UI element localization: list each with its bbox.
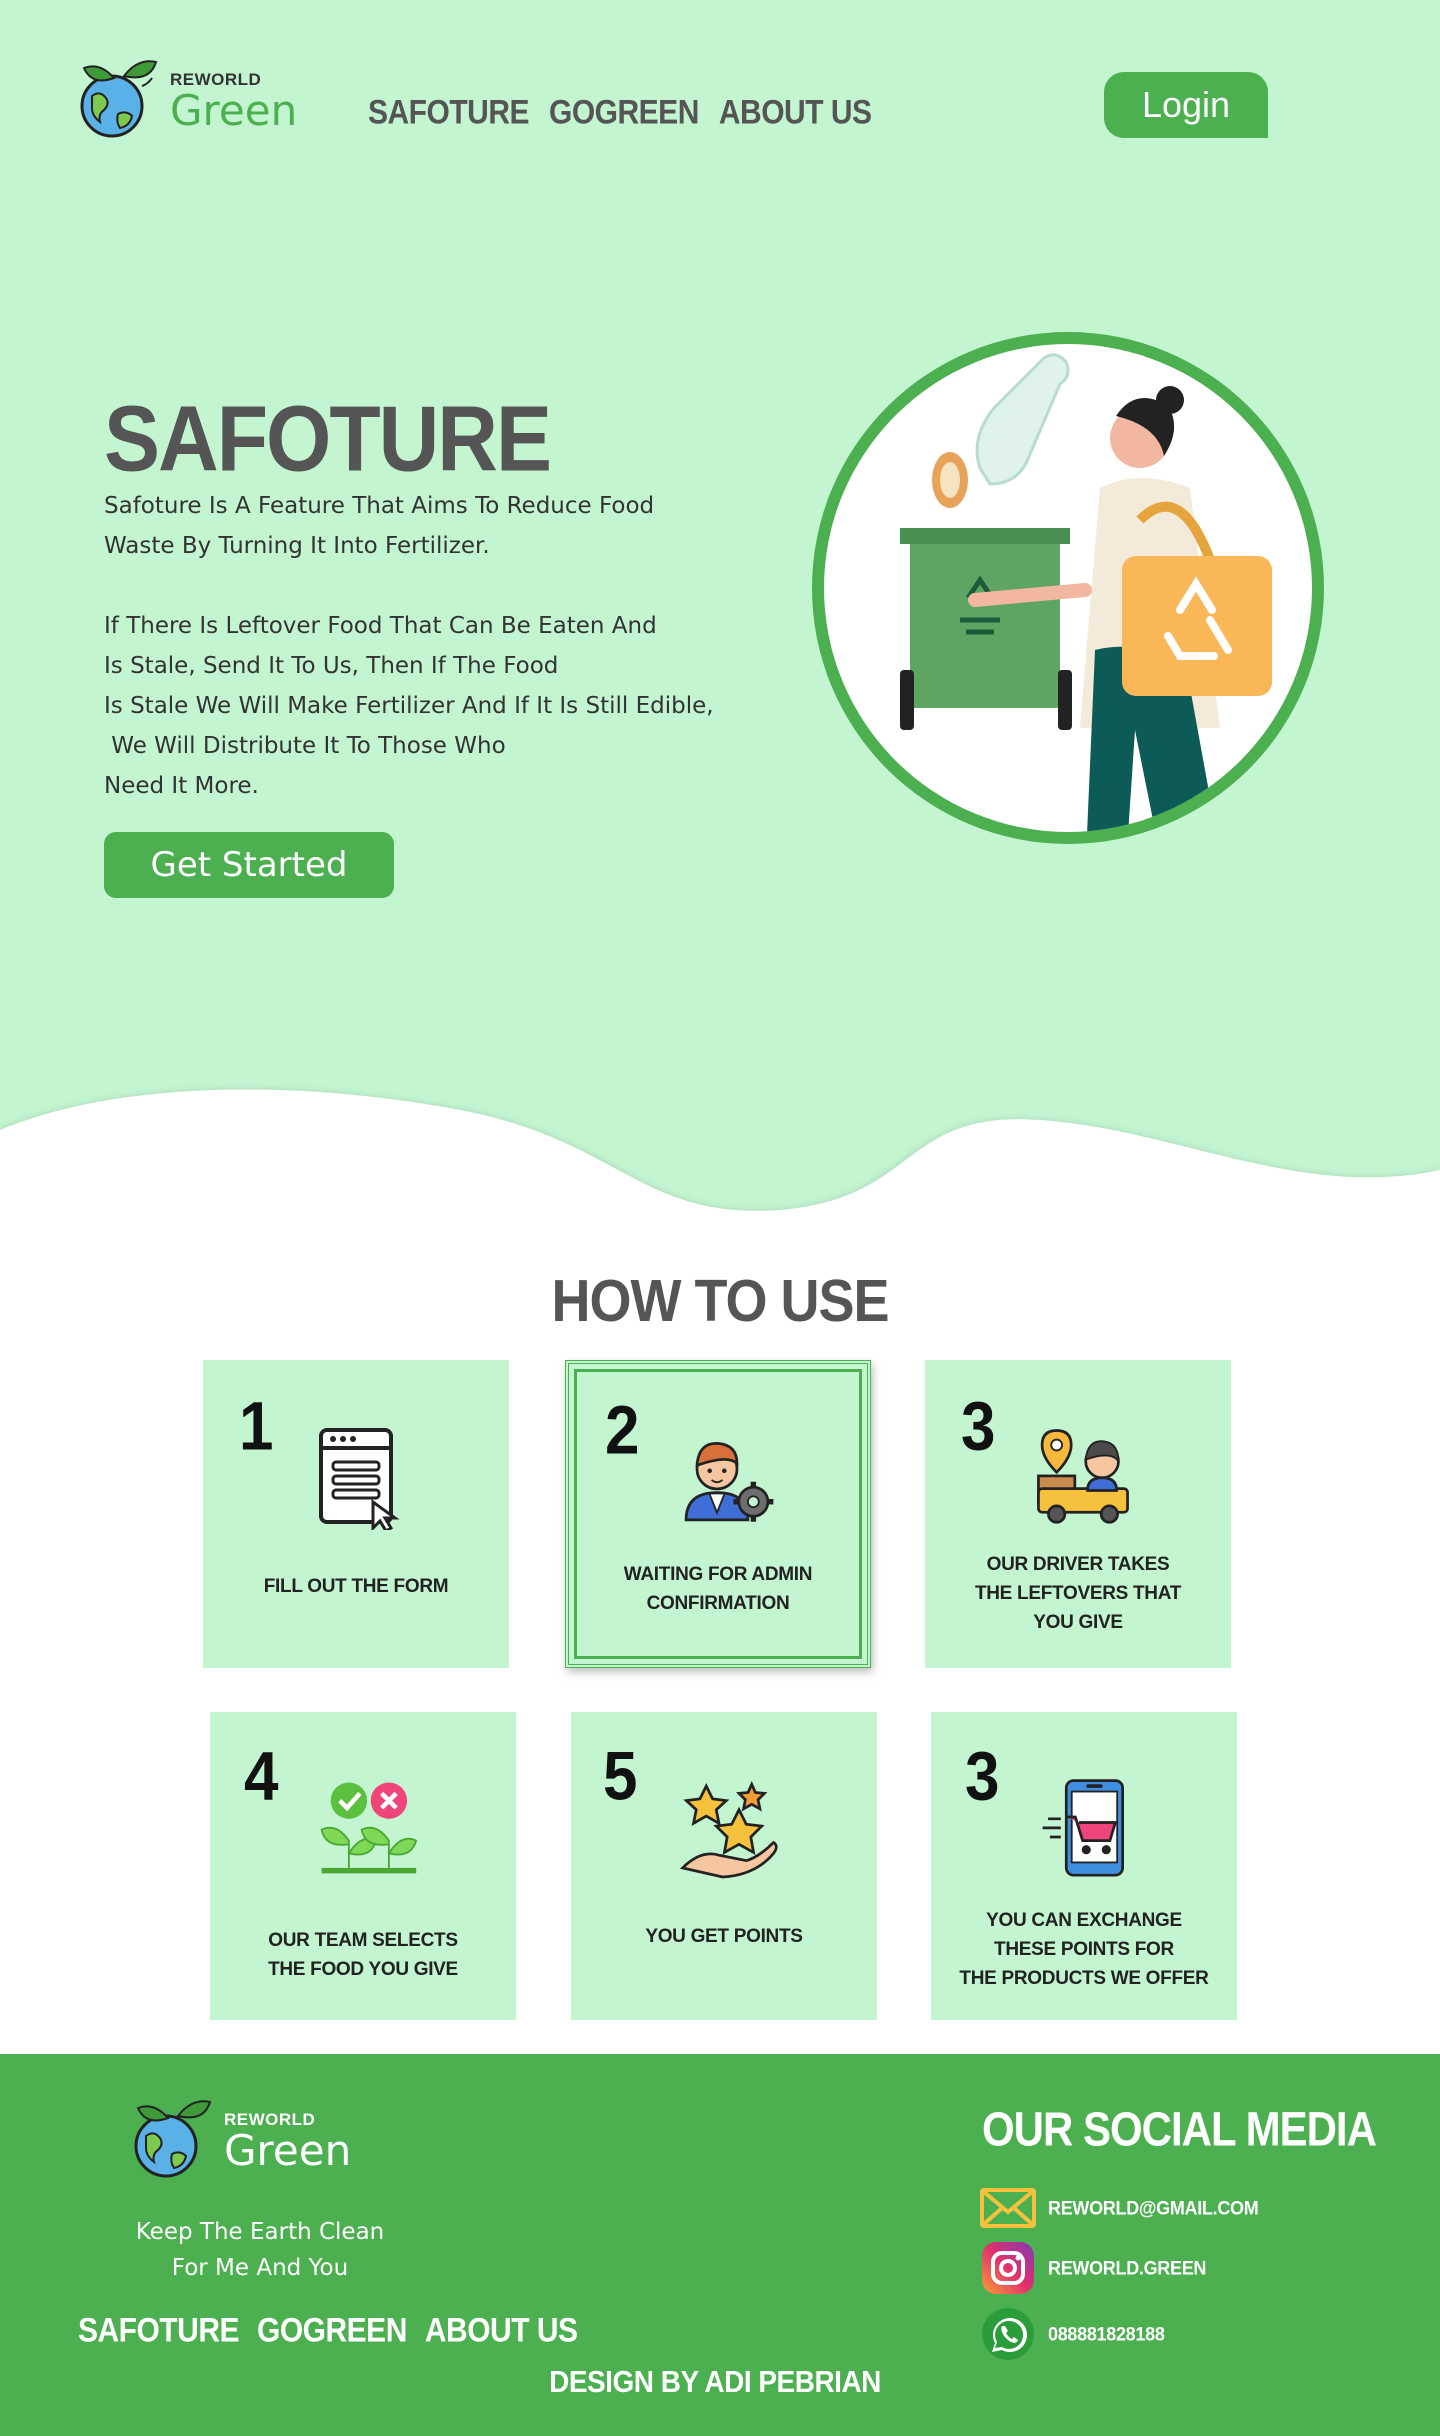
step-card-4[interactable]: 4 OUR TEAM SELECTS THE FOOD YOU GIVE xyxy=(210,1712,516,2020)
step-card-6[interactable]: 3 YOU CAN EXCHANGE THESE POINTS FOR THE … xyxy=(931,1712,1237,2020)
step-number: 2 xyxy=(605,1393,640,1469)
login-button[interactable]: Login xyxy=(1104,72,1268,138)
social-instagram-text: REWORLD.GREEN xyxy=(1048,2256,1207,2279)
design-credit: DESIGN BY ADI PEBRIAN xyxy=(549,2364,881,2399)
step-label: WAITING FOR ADMIN CONFIRMATION xyxy=(623,1564,813,1614)
step-card-2[interactable]: 2 WAITING FOR ADMIN CONFIRMATION xyxy=(565,1360,871,1668)
step-label: YOU CAN EXCHANGE THESE POINTS FOR THE PR… xyxy=(959,1910,1209,1989)
form-icon xyxy=(319,1428,400,1530)
hero-section: REWORLD Green SAFOTURE GOGREEN ABOUT US … xyxy=(0,0,1440,1280)
footer-tagline: Keep The Earth Clean For Me And You xyxy=(135,2219,385,2281)
footer-nav-safoture[interactable]: SAFOTURE xyxy=(78,2311,240,2350)
globe-leaf-icon xyxy=(134,2100,212,2178)
logo-small-text: REWORLD xyxy=(170,69,262,89)
step-number: 1 xyxy=(239,1389,274,1465)
hero-description: Safoture Is A Feature That Aims To Reduc… xyxy=(104,486,724,806)
logo-small-text: REWORLD xyxy=(224,2109,316,2129)
step-label: OUR TEAM SELECTS THE FOOD YOU GIVE xyxy=(268,1930,458,1980)
step-number: 5 xyxy=(603,1739,638,1815)
nav-safoture[interactable]: SAFOTURE xyxy=(368,93,530,132)
desc-line: Is Stale We Will Make Fertilizer And If … xyxy=(104,693,714,719)
step-number: 4 xyxy=(244,1739,279,1815)
mail-icon xyxy=(980,2188,1036,2228)
step-label: FILL OUT THE FORM xyxy=(263,1576,449,1597)
footer: REWORLD Green Keep The Earth Clean For M… xyxy=(0,2054,1440,2436)
main-nav: SAFOTURE GOGREEN ABOUT US xyxy=(368,93,872,132)
admin-icon xyxy=(684,1442,774,1522)
desc-line: We Will Distribute It To Those Who xyxy=(104,733,506,759)
delivery-icon xyxy=(1037,1429,1129,1524)
shop-icon xyxy=(1042,1779,1124,1877)
step-label: OUR DRIVER TAKES THE LEFTOVERS THAT YOU … xyxy=(974,1554,1182,1633)
social-email-text: REWORLD@GMAIL.COM xyxy=(1048,2196,1259,2219)
step-number: 3 xyxy=(965,1739,1000,1815)
social-whatsapp-text: 088881828188 xyxy=(1048,2322,1165,2345)
desc-line: Is Stale, Send It To Us, Then If The Foo… xyxy=(104,653,559,679)
recycling-illustration xyxy=(812,332,1324,844)
desc-line: Need It More. xyxy=(104,773,259,799)
step-label: YOU GET POINTS xyxy=(645,1926,803,1947)
social-instagram[interactable]: REWORLD.GREEN xyxy=(980,2240,1206,2296)
footer-nav-about-us[interactable]: ABOUT US xyxy=(425,2311,578,2350)
logo-big-text: Green xyxy=(224,2125,352,2175)
footer-logo[interactable]: REWORLD Green xyxy=(128,2096,351,2186)
desc-line: Safoture Is A Feature That Aims To Reduc… xyxy=(104,493,655,519)
select-icon xyxy=(320,1782,418,1874)
desc-line: If There Is Leftover Food That Can Be Ea… xyxy=(104,613,657,639)
logo[interactable]: REWORLD Green xyxy=(74,56,297,146)
step-card-3[interactable]: 3 OUR DRIVER TAKES THE LEFTOVERS THAT YO… xyxy=(925,1360,1231,1668)
points-icon xyxy=(679,1780,778,1879)
step-number: 3 xyxy=(961,1389,996,1465)
get-started-button[interactable]: Get Started xyxy=(104,832,394,898)
nav-about-us[interactable]: ABOUT US xyxy=(719,93,872,132)
whatsapp-icon xyxy=(982,2308,1034,2360)
desc-line: Waste By Turning It Into Fertilizer. xyxy=(104,533,490,559)
hero-wave-divider xyxy=(0,1089,1440,1280)
page-title: SAFOTURE xyxy=(104,387,552,491)
step-card-5[interactable]: 5 YOU GET POINTS xyxy=(571,1712,877,2020)
footer-nav-gogreen[interactable]: GOGREEN xyxy=(257,2311,407,2350)
social-media-title: OUR SOCIAL MEDIA xyxy=(982,2102,1377,2157)
instagram-icon xyxy=(982,2242,1034,2294)
step-card-1[interactable]: 1 FILL OUT THE FORM xyxy=(203,1360,509,1668)
footer-nav: SAFOTURE GOGREEN ABOUT US xyxy=(78,2311,578,2350)
globe-leaf-icon xyxy=(80,60,158,138)
social-email[interactable]: REWORLD@GMAIL.COM xyxy=(980,2180,1259,2236)
how-to-use-title: HOW TO USE xyxy=(551,1268,889,1334)
nav-gogreen[interactable]: GOGREEN xyxy=(549,93,699,132)
social-whatsapp[interactable]: 088881828188 xyxy=(980,2306,1165,2362)
logo-big-text: Green xyxy=(170,85,298,135)
